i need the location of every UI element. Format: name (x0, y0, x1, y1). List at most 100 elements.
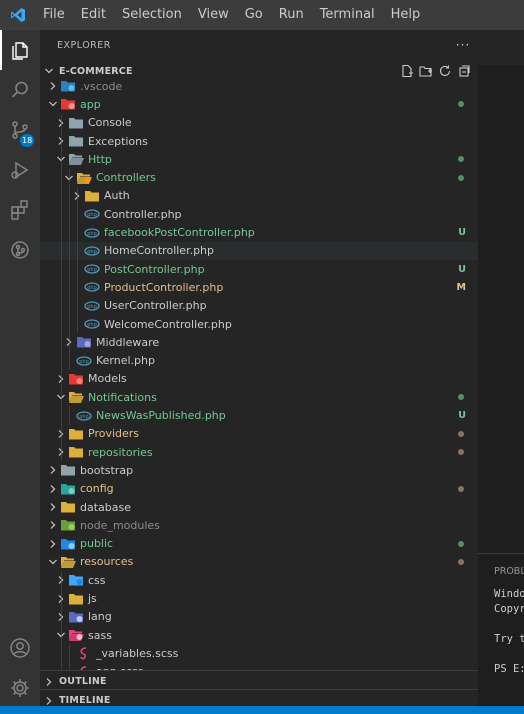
git-status-dot (458, 449, 464, 456)
menu-go[interactable]: Go (237, 0, 271, 30)
svg-text:php: php (79, 414, 89, 420)
tab-problems[interactable]: PROBLEMS (494, 566, 524, 577)
app-folder-icon (60, 96, 76, 112)
tree-folder-item[interactable]: public (40, 535, 478, 553)
account-icon[interactable] (0, 628, 40, 668)
lang-folder-icon (68, 609, 84, 625)
yellow-folder-open-icon (60, 554, 76, 570)
tree-item-label: Controller.php (104, 207, 182, 221)
menu-edit[interactable]: Edit (73, 0, 114, 30)
git-status-dot (458, 485, 464, 492)
menu-run[interactable]: Run (271, 0, 312, 30)
status-bar (0, 706, 524, 714)
tree-file-item[interactable]: php ProductController.php M (40, 278, 478, 296)
tree-folder-item[interactable]: Auth (40, 187, 478, 205)
tree-folder-item[interactable]: database (40, 498, 478, 516)
chevron-right-icon (46, 461, 60, 479)
php-icon: php (84, 243, 100, 259)
tree-file-item[interactable]: php UserController.php (40, 297, 478, 315)
menu-bar: File Edit Selection View Go Run Terminal Help (35, 0, 428, 30)
search-icon[interactable] (0, 70, 40, 110)
terminal-line: Try the new cross-platform PowerShell (494, 633, 524, 645)
tree-folder-item[interactable]: config (40, 480, 478, 498)
git-status-dot (458, 156, 464, 163)
tree-folder-item[interactable]: lang (40, 608, 478, 626)
terminal-line: Windows PowerShell (494, 588, 524, 600)
git-status-dot (458, 540, 464, 547)
terminal-panel[interactable]: PROBLEMS Windows PowerShell Copyright (C… (478, 553, 524, 706)
chevron-right-icon (46, 516, 60, 534)
tree-folder-item[interactable]: Middleware (40, 333, 478, 351)
tree-file-item[interactable]: php NewsWasPublished.php U (40, 406, 478, 424)
tree-folder-item[interactable]: Console (40, 114, 478, 132)
tree-item-label: HomeController.php (104, 244, 215, 258)
source-control-icon[interactable]: 18 (0, 110, 40, 150)
tree-file-item[interactable]: _variables.scss (40, 644, 478, 662)
git-status-badge: U (458, 263, 466, 275)
tree-item-label: app (80, 97, 101, 111)
tree-item-label: PostController.php (104, 262, 205, 276)
outline-title: OUTLINE (59, 676, 107, 687)
run-debug-icon[interactable] (0, 150, 40, 190)
tree-item-label: Notifications (88, 390, 157, 404)
tree-folder-item[interactable]: node_modules (40, 516, 478, 534)
tree-folder-item[interactable]: Http (40, 150, 478, 168)
tree-item-label: public (80, 537, 114, 551)
tree-folder-item[interactable]: Notifications (40, 388, 478, 406)
editor-tab-bar (478, 30, 524, 65)
tree-folder-item[interactable]: repositories (40, 443, 478, 461)
tree-file-item[interactable]: php Controller.php (40, 205, 478, 223)
title-bar: File Edit Selection View Go Run Terminal Help (0, 0, 524, 30)
menu-view[interactable]: View (190, 0, 237, 30)
tree-file-item[interactable]: php WelcomeController.php (40, 315, 478, 333)
source-control-badge: 18 (20, 134, 35, 147)
css-folder-icon (68, 572, 84, 588)
menu-file[interactable]: File (35, 0, 73, 30)
tree-folder-item[interactable]: sass (40, 626, 478, 644)
tree-item-label: facebookPostController.php (104, 226, 255, 240)
tree-item-label: sass (88, 628, 112, 642)
php-icon: php (76, 353, 92, 369)
menu-terminal[interactable]: Terminal (312, 0, 383, 30)
tree-folder-item[interactable]: Controllers (40, 169, 478, 187)
tree-item-label: database (80, 500, 131, 514)
editor-area[interactable] (478, 30, 524, 553)
explorer-title: EXPLORER (57, 39, 111, 51)
tree-folder-item[interactable]: resources (40, 553, 478, 571)
tree-file-item[interactable]: php PostController.php U (40, 260, 478, 278)
workspace-title: E-COMMERCE (59, 65, 133, 77)
tree-item-label: Models (88, 372, 127, 386)
explorer-icon[interactable] (0, 30, 40, 70)
tree-item-label: NewsWasPublished.php (96, 409, 226, 423)
git-status-badge: M (456, 281, 466, 293)
tree-item-label: ProductController.php (104, 280, 224, 294)
explorer-header: EXPLORER ··· (40, 30, 478, 60)
tree-file-item[interactable]: php HomeController.php (40, 241, 478, 260)
tree-item-label: Middleware (96, 335, 160, 349)
tree-folder-item[interactable]: app (40, 95, 478, 113)
tree-folder-item[interactable]: Providers (40, 425, 478, 443)
yellow-folder-icon (68, 444, 84, 460)
tree-folder-item[interactable]: css (40, 571, 478, 589)
tree-folder-item[interactable]: bootstrap (40, 461, 478, 479)
chevron-down-icon (46, 553, 60, 571)
tree-file-item[interactable]: php facebookPostController.php U (40, 223, 478, 241)
manage-gear-icon[interactable] (0, 668, 40, 708)
tree-folder-item[interactable]: .vscode (40, 77, 478, 95)
menu-help[interactable]: Help (383, 0, 429, 30)
tree-folder-item[interactable]: js (40, 589, 478, 607)
tree-file-item[interactable]: php Kernel.php (40, 352, 478, 370)
menu-selection[interactable]: Selection (114, 0, 190, 30)
yellow-folder-open-icon (68, 389, 84, 405)
timeline-title: TIMELINE (59, 695, 111, 706)
tree-folder-item[interactable]: Exceptions (40, 132, 478, 150)
node-folder-icon (60, 517, 76, 533)
tree-item-label: Controllers (96, 171, 156, 185)
models-folder-icon (68, 371, 84, 387)
git-graph-icon[interactable] (0, 230, 40, 270)
git-status-dot (458, 174, 464, 181)
extensions-icon[interactable] (0, 190, 40, 230)
middleware-folder-icon (76, 334, 92, 350)
tree-folder-item[interactable]: Models (40, 370, 478, 388)
more-actions-icon[interactable]: ··· (448, 38, 478, 52)
